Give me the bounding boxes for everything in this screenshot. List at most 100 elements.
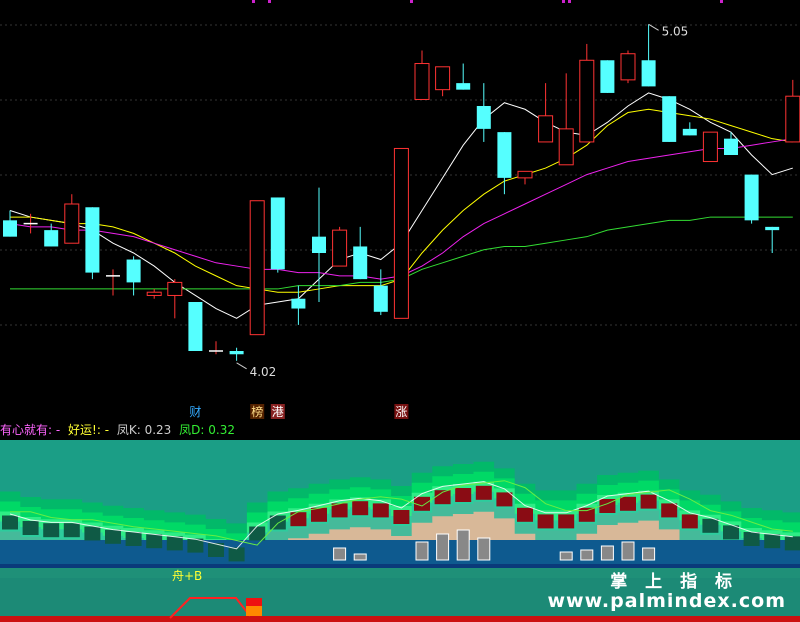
candle-body [373,285,388,312]
sub-block [578,507,595,522]
indicator-label-1: 有心就有: - [0,423,61,437]
candle [600,60,615,93]
candle [641,24,656,87]
sub-block [517,507,533,522]
candle-body [229,351,244,355]
sub-block [249,526,266,541]
candle [579,43,595,143]
sub-red-line [0,616,800,622]
top-tick [568,0,571,3]
sub-block [22,521,39,535]
candle [167,279,183,319]
sub-volume-block [580,549,594,561]
candle-body [476,106,491,129]
sub-block [63,523,80,538]
candle-body [497,132,512,178]
candle-body [765,226,780,231]
candle [702,131,718,163]
high-label: 5.05 [662,24,689,38]
candle [414,50,430,100]
candle-body [558,128,574,166]
sub-block [228,547,245,562]
sub-block [125,532,142,546]
top-tick [268,0,271,3]
sub-block [620,496,636,511]
candle [270,197,285,273]
top-tick [562,0,565,3]
high-pointer [648,23,659,31]
sub-block [537,514,554,529]
candle-body [620,53,636,81]
sub-volume-block [333,547,347,561]
sub-block [702,518,719,533]
candle-body [393,147,409,319]
sub-volume-block [621,541,635,561]
candle-body [682,128,697,136]
sub-block [743,532,760,546]
sub-block [723,525,739,540]
top-tick [252,0,255,3]
sub-block [43,523,60,538]
sub-volume-block [415,541,429,561]
candle [538,83,554,143]
candlestick-chart[interactable]: 5.05 4.02 财 榜港 涨 [0,0,800,420]
candle-body [724,138,738,155]
sub-block [661,503,678,518]
watermark-cn: 掌 上 指 标 [610,572,738,592]
candle-body [3,220,17,237]
sub-block [475,485,492,500]
candle [146,288,162,299]
sub-block [455,488,472,502]
candle [662,96,677,142]
top-tick [410,0,413,3]
candle-body [702,131,718,163]
indicator-label-2: 好运!: - [68,423,110,437]
candle-body [353,246,368,280]
candle-body [579,59,595,143]
candle-body [291,298,306,309]
candle-body [785,95,800,143]
candle [724,132,738,155]
sub-volume-block [642,547,656,561]
sub-block [311,507,327,522]
sub-block [105,529,121,544]
candle [393,147,409,319]
candle-body [456,83,471,90]
candle-body [312,236,326,253]
candle-body [662,96,677,142]
indicator-k-value: 凤K: 0.23 [116,423,172,437]
event-marker: 榜 [251,404,263,419]
candle [85,207,100,280]
sub-volume-block [353,553,367,561]
candle-body [332,229,348,267]
candle [353,226,368,280]
candle [229,347,244,361]
candle [456,63,471,90]
sub-block [764,534,781,549]
sub-volume-block [600,545,614,561]
candle-body [435,66,451,91]
sub-volume-block [477,537,491,561]
candle [682,122,697,136]
indicator-value-bar: 有心就有: - 好运!: - 凤K: 0.23 凤D: 0.32 [0,420,800,440]
sub-block [393,510,410,524]
candle [620,50,636,84]
candle-body [167,281,183,296]
candle [64,194,80,244]
sub-block [681,514,698,529]
candle [312,187,326,302]
top-tick [720,0,723,3]
sub-block [290,512,307,527]
low-label: 4.02 [250,365,277,379]
candle-body [64,203,80,244]
sub-block [352,501,369,516]
candle [517,170,533,185]
sub-block [2,515,18,530]
candle-body [641,60,656,87]
low-pointer [236,362,247,370]
candle-body [744,174,759,221]
candle-body [146,291,162,296]
candle-body [188,302,203,351]
sub-volume-block [456,529,470,561]
sub-block [784,536,800,551]
